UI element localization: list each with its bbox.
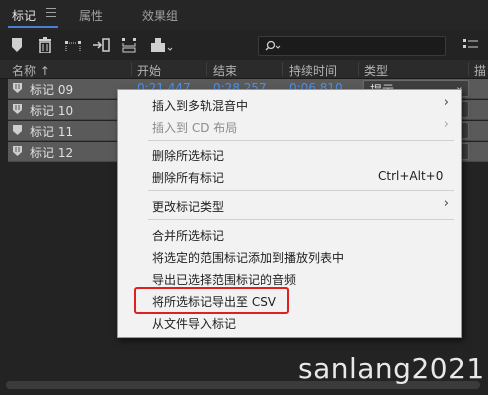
column-duration[interactable]: 持续时间 xyxy=(289,62,337,79)
column-description[interactable]: 描 xyxy=(474,62,486,79)
column-divider[interactable] xyxy=(131,62,132,76)
marker-icon xyxy=(13,104,22,114)
search-icon xyxy=(265,40,281,51)
tab-effects-group[interactable]: 效果组 xyxy=(142,7,178,24)
column-header: 名称 ↑ 开始 结束 持续时间 类型 描 xyxy=(0,60,488,79)
menu-icon[interactable] xyxy=(46,8,56,18)
insert-icon[interactable] xyxy=(92,37,110,53)
marker-name[interactable]: 标记 12 xyxy=(30,144,73,161)
tab-properties[interactable]: 属性 xyxy=(79,7,103,24)
submenu-arrow-icon: › xyxy=(443,117,449,132)
marker-icon[interactable] xyxy=(8,37,26,53)
column-name[interactable]: 名称 ↑ xyxy=(12,62,50,79)
search-input[interactable] xyxy=(258,36,446,56)
marker-icon xyxy=(13,125,22,135)
menu-item-export-audio[interactable]: 导出已选择范围标记的音频 xyxy=(152,271,296,288)
marker-icon xyxy=(13,83,22,93)
markers-panel: 标记 属性 效果组 名称 ↑ 开始 结束 持续时间 类型 描 标记 09 0:2… xyxy=(0,0,488,395)
menu-item-delete-selected[interactable]: 删除所选标记 xyxy=(152,147,224,164)
merge-icon[interactable] xyxy=(120,37,138,53)
split-marker-icon[interactable] xyxy=(64,37,82,53)
active-tab-indicator xyxy=(8,26,58,28)
watermark: sanlang2021 xyxy=(298,352,485,385)
menu-divider xyxy=(148,190,454,191)
column-type[interactable]: 类型 xyxy=(364,62,388,79)
tab-bar: 标记 属性 效果组 xyxy=(0,0,488,31)
submenu-arrow-icon: › xyxy=(443,196,449,211)
menu-item-change-type[interactable]: 更改标记类型 xyxy=(152,198,224,215)
export-icon[interactable] xyxy=(150,37,174,53)
column-divider[interactable] xyxy=(282,62,283,76)
column-start[interactable]: 开始 xyxy=(137,62,161,79)
tab-markers[interactable]: 标记 xyxy=(12,7,36,24)
marker-name[interactable]: 标记 10 xyxy=(30,102,73,119)
menu-item-delete-all[interactable]: 删除所有标记 xyxy=(152,169,224,186)
marker-icon xyxy=(13,146,22,156)
menu-divider xyxy=(148,140,454,141)
menu-item-insert-multitrack[interactable]: 插入到多轨混音中 xyxy=(152,97,248,114)
menu-item-insert-cd-layout[interactable]: 插入到 CD 布局 xyxy=(152,119,237,136)
menu-item-import-from-file[interactable]: 从文件导入标记 xyxy=(152,315,236,332)
submenu-arrow-icon: › xyxy=(443,95,449,110)
shortcut-label: Ctrl+Alt+0 xyxy=(378,169,444,183)
marker-name[interactable]: 标记 11 xyxy=(30,123,73,140)
marker-name[interactable]: 标记 09 xyxy=(30,81,73,98)
trash-icon[interactable] xyxy=(36,37,54,53)
menu-item-add-to-playlist[interactable]: 将选定的范围标记添加到播放列表中 xyxy=(152,249,344,266)
column-divider[interactable] xyxy=(468,62,469,76)
filter-icon[interactable] xyxy=(462,37,480,53)
menu-divider xyxy=(148,219,454,220)
column-end[interactable]: 结束 xyxy=(213,62,237,79)
column-divider[interactable] xyxy=(206,62,207,76)
column-divider[interactable] xyxy=(358,62,359,76)
highlight-annotation xyxy=(134,287,289,314)
menu-item-merge-selected[interactable]: 合并所选标记 xyxy=(152,227,224,244)
